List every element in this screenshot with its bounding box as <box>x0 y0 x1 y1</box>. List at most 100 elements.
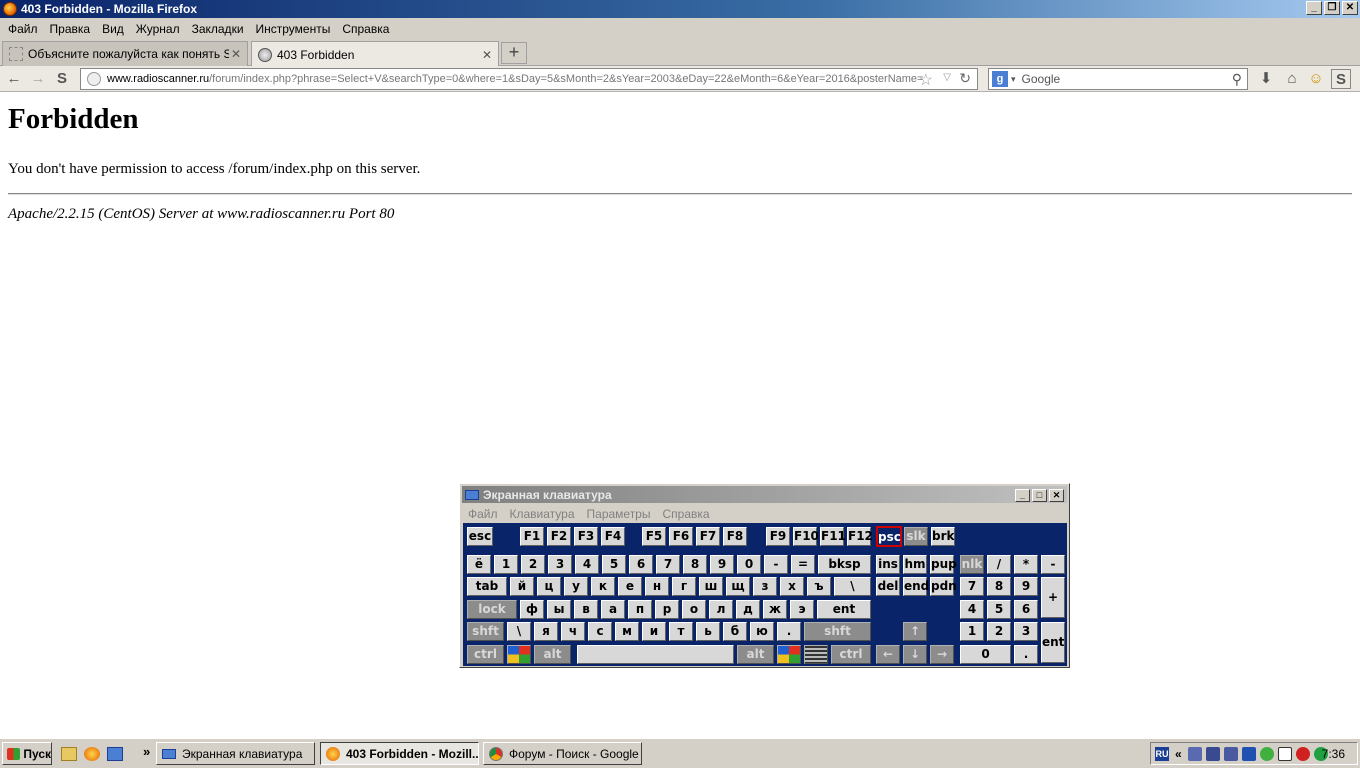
key-right-shift[interactable]: shft <box>804 622 871 641</box>
osk-menu-keyboard[interactable]: Клавиатура <box>504 507 581 521</box>
key-numpad-enter[interactable]: ent <box>1041 622 1065 663</box>
windows-key-icon[interactable] <box>507 645 531 664</box>
key-right-arrow[interactable]: → <box>930 645 954 664</box>
keyboard-key[interactable]: 3 <box>548 555 572 574</box>
osk-menu-file[interactable]: Файл <box>462 507 504 521</box>
key-left-shift[interactable]: shft <box>467 622 504 641</box>
keyboard-key[interactable]: 6 <box>1014 600 1038 619</box>
stop-icon[interactable] <box>1295 746 1310 761</box>
windows-key-icon[interactable] <box>777 645 801 664</box>
keyboard-key[interactable]: F6 <box>669 527 693 546</box>
keyboard-key[interactable]: х <box>780 577 804 596</box>
menu-help[interactable]: Справка <box>336 22 395 36</box>
keyboard-key[interactable]: 6 <box>629 555 653 574</box>
keyboard-key[interactable]: F5 <box>642 527 666 546</box>
keyboard-key[interactable]: ъ <box>807 577 831 596</box>
minimize-button[interactable]: _ <box>1306 1 1322 15</box>
keyboard-key[interactable]: щ <box>726 577 750 596</box>
antivirus-icon[interactable] <box>1259 746 1274 761</box>
key-left-ctrl[interactable]: ctrl <box>467 645 504 664</box>
keyboard-key[interactable]: 1 <box>494 555 518 574</box>
osk-maximize-button[interactable]: □ <box>1032 489 1047 502</box>
key-right-alt[interactable]: alt <box>737 645 774 664</box>
keyboard-quicklaunch-icon[interactable] <box>107 747 123 761</box>
close-tab-icon[interactable]: ✕ <box>480 48 494 62</box>
keyboard-key[interactable]: к <box>591 577 615 596</box>
key-left-alt[interactable]: alt <box>534 645 571 664</box>
keyboard-key[interactable]: м <box>615 622 639 641</box>
firefox-quicklaunch-icon[interactable] <box>84 747 100 761</box>
clock[interactable]: 7:36 <box>1322 747 1345 761</box>
keyboard-key[interactable]: F3 <box>574 527 598 546</box>
close-tab-icon[interactable]: ✕ <box>229 47 243 61</box>
key-down-arrow[interactable]: ↓ <box>903 645 927 664</box>
menu-tools[interactable]: Инструменты <box>250 22 337 36</box>
taskbar-item-keyboard[interactable]: Экранная клавиатура <box>156 742 315 765</box>
keyboard-key[interactable]: - <box>1041 555 1065 574</box>
search-input[interactable]: Google <box>1022 72 1232 86</box>
keyboard-key[interactable]: ж <box>763 600 787 619</box>
keyboard-key[interactable]: 1 <box>960 622 984 641</box>
keyboard-key[interactable]: * <box>1014 555 1038 574</box>
key-caps-lock[interactable]: lock <box>467 600 517 619</box>
osk-menu-help[interactable]: Справка <box>656 507 715 521</box>
network-icon[interactable] <box>1187 746 1202 761</box>
menu-bookmarks[interactable]: Закладки <box>186 22 250 36</box>
osk-close-button[interactable]: ✕ <box>1049 489 1064 502</box>
key-num-lock[interactable]: nlk <box>960 555 984 574</box>
bluetooth-icon[interactable] <box>1241 746 1256 761</box>
keyboard-key[interactable]: а <box>601 600 625 619</box>
keyboard-key[interactable]: 7 <box>656 555 680 574</box>
quicklaunch-chevron-icon[interactable]: » <box>143 744 150 759</box>
keyboard-key[interactable]: F10 <box>793 527 819 546</box>
keyboard-key[interactable]: т <box>669 622 693 641</box>
keyboard-key[interactable]: 8 <box>987 577 1011 596</box>
menu-file[interactable]: Файл <box>2 22 44 36</box>
key-delete[interactable]: del <box>876 577 900 596</box>
taskbar-item-chrome[interactable]: Форум - Поиск - Google ... <box>483 742 642 765</box>
keyboard-key[interactable]: 5 <box>602 555 626 574</box>
keyboard-key[interactable]: / <box>987 555 1011 574</box>
reload-icon[interactable]: ↻ <box>959 70 971 87</box>
keyboard-key[interactable]: ц <box>537 577 561 596</box>
key-break[interactable]: brk <box>931 527 955 546</box>
keyboard-key[interactable]: 0 <box>960 645 1011 664</box>
keyboard-key[interactable]: 4 <box>575 555 599 574</box>
site-identity-icon[interactable] <box>87 72 101 86</box>
restore-button[interactable]: ❐ <box>1324 1 1340 15</box>
keyboard-key[interactable]: 5 <box>987 600 1011 619</box>
home-icon[interactable]: ⌂ <box>1282 69 1302 89</box>
keyboard-key[interactable]: г <box>672 577 696 596</box>
keyboard-key[interactable]: л <box>709 600 733 619</box>
key-space[interactable] <box>577 645 734 664</box>
sync-icon[interactable]: S <box>1331 69 1351 89</box>
taskbar-item-firefox[interactable]: 403 Forbidden - Mozill... <box>320 742 479 765</box>
keyboard-key[interactable]: F11 <box>820 527 846 546</box>
keyboard-key[interactable]: . <box>1014 645 1038 664</box>
keyboard-key[interactable]: F8 <box>723 527 747 546</box>
new-tab-button[interactable]: + <box>501 42 527 64</box>
key-page-down[interactable]: pdn <box>930 577 957 596</box>
key-backslash[interactable]: \ <box>834 577 871 596</box>
osk-minimize-button[interactable]: _ <box>1015 489 1030 502</box>
menu-key-icon[interactable] <box>804 645 828 664</box>
engine-dropdown-icon[interactable]: ▾ <box>1011 74 1016 85</box>
keyboard-key[interactable]: ы <box>547 600 571 619</box>
keyboard-key[interactable]: р <box>655 600 679 619</box>
keyboard-key[interactable]: й <box>510 577 534 596</box>
keyboard-key[interactable]: е <box>618 577 642 596</box>
sync-icon[interactable]: S <box>52 69 72 89</box>
keyboard-key[interactable]: 0 <box>737 555 761 574</box>
keyboard-key[interactable]: и <box>642 622 666 641</box>
keyboard-key[interactable]: 3 <box>1014 622 1038 641</box>
keyboard-key[interactable]: ь <box>696 622 720 641</box>
google-engine-icon[interactable]: g <box>992 71 1008 87</box>
key-up-arrow[interactable]: ↑ <box>903 622 927 641</box>
key-numpad-plus[interactable]: + <box>1041 577 1065 618</box>
search-icon[interactable]: ⚲ <box>1232 71 1242 88</box>
keyboard-key[interactable]: ч <box>561 622 585 641</box>
keyboard-key[interactable]: ш <box>699 577 723 596</box>
keyboard-key[interactable]: 9 <box>1014 577 1038 596</box>
download-icon[interactable]: ⬇ <box>1256 69 1276 89</box>
key-left-arrow[interactable]: ← <box>876 645 900 664</box>
